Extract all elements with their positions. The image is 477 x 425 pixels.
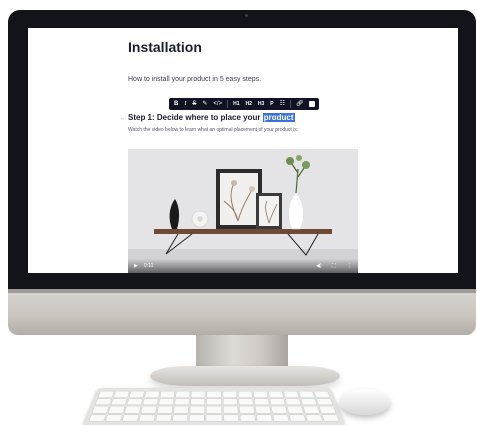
toolbar-divider <box>227 100 229 108</box>
keyboard-key <box>322 414 339 421</box>
keyboard-key <box>222 398 237 405</box>
keyboard-key <box>127 398 143 405</box>
video-controls: ▶ 0:11 ◀) ⛶ ⋮ <box>128 259 358 273</box>
keyboard-key <box>287 406 303 413</box>
keyboard-key <box>316 398 333 405</box>
keyboard-key <box>173 414 189 421</box>
keyboard-key <box>141 406 157 413</box>
keyboard-key <box>206 414 222 421</box>
monitor-stand-foot <box>150 366 340 386</box>
keyboard-key <box>159 398 174 405</box>
code-icon[interactable]: </> <box>210 98 225 110</box>
keyboard-key <box>283 391 299 397</box>
keyboard-key <box>285 398 301 405</box>
drag-handle-icon[interactable]: ⇔ <box>120 116 125 122</box>
bold-button[interactable]: B <box>171 98 181 110</box>
keyboard-key <box>111 398 128 405</box>
keyboard-key <box>174 406 189 413</box>
keyboard <box>82 388 346 425</box>
step-description[interactable]: Watch the video below to learn what an o… <box>128 127 298 133</box>
keyboard-key <box>176 391 191 397</box>
editor-screen: Installation How to install your product… <box>28 28 458 273</box>
play-icon[interactable]: ▶ <box>134 263 138 269</box>
keyboard-key <box>157 406 173 413</box>
keyboard-key <box>125 406 141 413</box>
keyboard-key <box>222 391 237 397</box>
keyboard-key <box>98 391 114 397</box>
keyboard-key <box>145 391 160 397</box>
list-icon[interactable]: ☷ <box>277 98 288 110</box>
keyboard-key <box>207 391 221 397</box>
keyboard-key <box>272 414 289 421</box>
keyboard-key <box>268 391 283 397</box>
keyboard-key <box>191 398 206 405</box>
image-icon[interactable] <box>308 101 315 107</box>
link-icon[interactable]: 🔗︎ <box>293 98 307 110</box>
keyboard-key <box>156 414 172 421</box>
keyboard-key <box>223 406 238 413</box>
more-icon[interactable]: ⋮ <box>347 263 352 269</box>
keyboard-key <box>207 398 221 405</box>
keyboard-key <box>175 398 190 405</box>
keyboard-key <box>122 414 139 421</box>
monitor-chin <box>8 289 476 335</box>
keyboard-key <box>298 391 314 397</box>
keyboard-key <box>239 414 255 421</box>
keyboard-key <box>238 398 253 405</box>
keyboard-key <box>190 406 205 413</box>
pencil-icon[interactable]: ✎ <box>199 98 210 110</box>
italic-button[interactable]: I <box>181 98 189 110</box>
monitor-stand <box>196 335 288 369</box>
keyboard-key <box>253 391 268 397</box>
keyboard-key <box>223 414 239 421</box>
video-timestamp: 0:11 <box>144 263 154 269</box>
step-heading-text: Step 1: Decide where to place your <box>128 113 263 122</box>
heading1-button[interactable]: H1 <box>230 98 242 110</box>
keyboard-key <box>319 406 336 413</box>
keyboard-key <box>95 398 112 405</box>
step-heading[interactable]: Step 1: Decide where to place your produ… <box>128 113 295 122</box>
toolbar-divider <box>290 100 292 108</box>
keyboard-key <box>255 406 271 413</box>
fullscreen-icon[interactable]: ⛶ <box>332 263 336 269</box>
keyboard-key <box>305 414 323 421</box>
keyboard-key <box>289 414 306 421</box>
page-title[interactable]: Installation <box>128 39 202 55</box>
keyboard-key <box>269 398 285 405</box>
keyboard-key <box>92 406 109 413</box>
keyboard-key <box>139 414 156 421</box>
keyboard-key <box>206 406 222 413</box>
keyboard-key <box>191 391 206 397</box>
formatting-toolbar: B I S ✎ </> H1 H2 H3 P ☷ 🔗︎ <box>169 98 319 110</box>
strikethrough-button[interactable]: S <box>189 98 199 110</box>
keyboard-key <box>189 414 205 421</box>
keyboard-key <box>160 391 175 397</box>
volume-icon[interactable]: ◀) <box>316 263 322 269</box>
keyboard-key <box>129 391 145 397</box>
keyboard-key <box>108 406 125 413</box>
keyboard-key <box>237 391 252 397</box>
keyboard-key <box>271 406 287 413</box>
keyboard-key <box>256 414 272 421</box>
page-subtitle[interactable]: How to install your product in 5 easy st… <box>128 76 261 83</box>
camera-icon <box>245 14 248 17</box>
video-player[interactable]: ▶ 0:11 ◀) ⛶ ⋮ <box>128 149 358 273</box>
keyboard-key <box>89 414 106 421</box>
mouse <box>340 389 390 415</box>
heading3-button[interactable]: H3 <box>255 98 267 110</box>
paragraph-button[interactable]: P <box>267 98 276 110</box>
heading2-button[interactable]: H2 <box>242 98 254 110</box>
shelf <box>154 229 332 234</box>
keyboard-key <box>300 398 317 405</box>
keyboard-key <box>105 414 123 421</box>
keyboard-key <box>114 391 130 397</box>
keyboard-key <box>314 391 330 397</box>
keyboard-key <box>143 398 159 405</box>
keyboard-key <box>254 398 269 405</box>
video-frame <box>128 149 358 273</box>
selected-text[interactable]: product <box>262 113 295 122</box>
keyboard-key <box>239 406 254 413</box>
keyboard-key <box>303 406 320 413</box>
